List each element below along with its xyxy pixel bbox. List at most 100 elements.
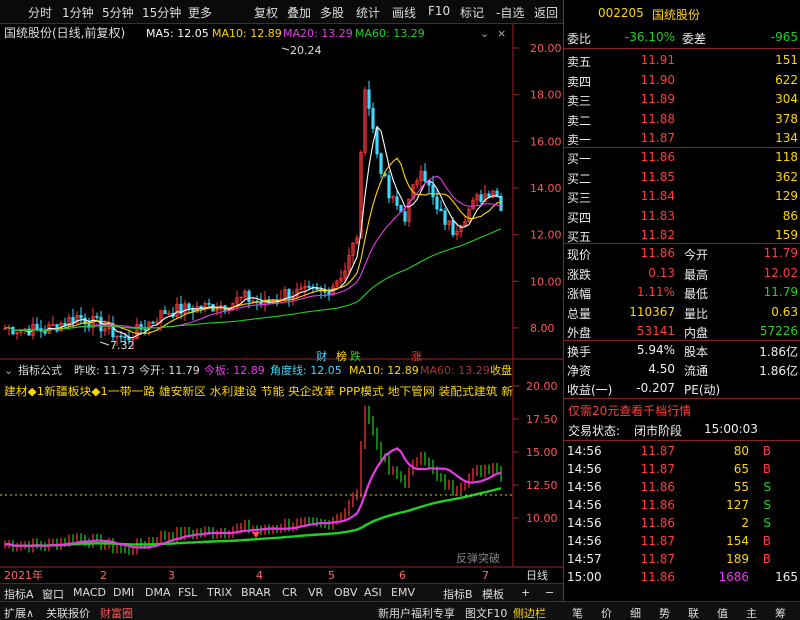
minus-icon[interactable]: − bbox=[545, 586, 554, 599]
tab-indicator-a[interactable]: 指标A bbox=[4, 586, 34, 602]
btn-stats[interactable]: 统计 bbox=[356, 4, 380, 21]
marker-finance[interactable]: 财 bbox=[316, 349, 327, 363]
tab-more[interactable]: 更多 bbox=[188, 4, 212, 21]
side-tab[interactable]: 笔 bbox=[572, 605, 583, 620]
side-tab[interactable]: 筹 bbox=[775, 605, 786, 620]
candle-body bbox=[143, 328, 147, 331]
tab-dmi[interactable]: DMI bbox=[113, 586, 134, 599]
ask-label: 卖五 bbox=[567, 55, 592, 69]
ask-volume: 622 bbox=[775, 72, 798, 87]
tab-brar[interactable]: BRAR bbox=[241, 586, 271, 599]
btn-back[interactable]: 返回 bbox=[534, 4, 558, 21]
side-tab[interactable]: 联 bbox=[688, 605, 699, 620]
tab-dma[interactable]: DMA bbox=[145, 586, 171, 599]
chart-toolbar: 分时 1分钟 5分钟 15分钟 更多 复权 叠加 多股 统计 画线 F10 标记… bbox=[0, 0, 563, 24]
tab-macd[interactable]: MACD bbox=[73, 586, 106, 599]
date-label: 2 bbox=[100, 569, 107, 582]
sidebar-toggle[interactable]: 侧边栏 bbox=[513, 605, 546, 620]
tab-template[interactable]: 模板 bbox=[482, 586, 504, 602]
stat-value: 11.86 bbox=[640, 246, 675, 260]
candle-body bbox=[435, 196, 439, 210]
marker-list[interactable]: 榜 bbox=[336, 349, 347, 363]
tab-vr[interactable]: VR bbox=[308, 586, 323, 599]
btn-overlay[interactable]: 叠加 bbox=[287, 4, 311, 21]
ask-label: 卖二 bbox=[567, 113, 592, 128]
candle-body bbox=[371, 107, 375, 129]
stat-label: 外盘 bbox=[567, 326, 592, 340]
bid-row: 买二 11.85 362 bbox=[564, 168, 800, 187]
plus-icon[interactable]: + bbox=[521, 586, 530, 599]
y-tick-label: 15.00 bbox=[526, 446, 558, 459]
tab-obv[interactable]: OBV bbox=[334, 586, 357, 599]
tab-1min[interactable]: 1分钟 bbox=[62, 4, 94, 21]
btn-adjust[interactable]: 复权 bbox=[254, 4, 278, 21]
wealth-circle[interactable]: 财富圈 bbox=[100, 605, 133, 620]
bid-volume: 129 bbox=[775, 189, 798, 203]
tab-5min[interactable]: 5分钟 bbox=[102, 4, 134, 21]
tick-price: 11.86 bbox=[640, 516, 675, 530]
candle-body bbox=[367, 89, 371, 109]
tab-fsl[interactable]: FSL bbox=[178, 586, 197, 599]
stock-name: 国统股份 bbox=[652, 8, 701, 22]
period-label: 日线 bbox=[526, 568, 548, 582]
tab-window[interactable]: 窗口 bbox=[42, 586, 64, 602]
tab-intraday[interactable]: 分时 bbox=[28, 4, 52, 21]
btn-multi[interactable]: 多股 bbox=[320, 4, 344, 21]
ask-volume: 134 bbox=[775, 131, 798, 145]
tab-cr[interactable]: CR bbox=[282, 586, 297, 599]
trade-state-row: 交易状态: 闭市阶段 15:00:03 bbox=[564, 420, 800, 439]
date-label: 6 bbox=[399, 569, 406, 582]
y-tick-label: 12.50 bbox=[526, 479, 558, 492]
tick-row: 14:56 11.87 154 B bbox=[564, 532, 800, 551]
close-icon[interactable]: × bbox=[497, 27, 506, 40]
stat-value: 11.79 bbox=[763, 246, 798, 260]
marker-rise[interactable]: 涨 bbox=[411, 350, 422, 363]
ask-row: 卖一 11.87 134 bbox=[564, 129, 800, 148]
marker-fall[interactable]: 跌 bbox=[350, 349, 361, 363]
ask-label: 卖一 bbox=[567, 133, 592, 147]
btn-watchlist[interactable]: -自选 bbox=[496, 4, 524, 21]
y-tick-label: 16.00 bbox=[530, 135, 562, 148]
btn-draw[interactable]: 画线 bbox=[392, 4, 416, 21]
side-tab[interactable]: 势 bbox=[659, 605, 670, 620]
y-tick-label: 10.00 bbox=[526, 512, 558, 525]
bid-volume: 118 bbox=[775, 150, 798, 164]
tab-trix[interactable]: TRIX bbox=[207, 586, 232, 599]
related-quotes[interactable]: 关联报价 bbox=[46, 605, 90, 620]
kline-title: 国统股份(日线,前复权) bbox=[4, 25, 125, 40]
bid-row: 买一 11.86 118 bbox=[564, 148, 800, 167]
angle-value: 角度线: 12.05 bbox=[270, 363, 342, 377]
stat-value: 12.02 bbox=[763, 265, 798, 280]
chevron-down-icon[interactable]: ⌄ bbox=[480, 27, 489, 40]
candle-body bbox=[451, 220, 455, 236]
tick-price: 11.87 bbox=[640, 552, 675, 566]
indicator-chevron-icon[interactable]: ⌄ bbox=[4, 364, 13, 377]
stat-label: 收益(一) bbox=[567, 383, 613, 397]
tab-asi[interactable]: ASI bbox=[364, 586, 382, 599]
y-tick-label: 8.00 bbox=[530, 322, 555, 335]
candle-body bbox=[247, 290, 251, 302]
promo-banner[interactable]: 仅需20元查看千档行情 bbox=[568, 402, 691, 419]
side-tab[interactable]: 细 bbox=[630, 605, 641, 620]
expand-button[interactable]: 扩展∧ bbox=[4, 605, 34, 620]
tick-volume: 2 bbox=[741, 516, 749, 530]
y-tick-label: 14.00 bbox=[530, 182, 562, 195]
side-tab[interactable]: 主 bbox=[746, 605, 757, 620]
tab-indicator-b[interactable]: 指标B bbox=[443, 586, 473, 602]
btn-f10[interactable]: F10 bbox=[428, 4, 450, 18]
ask-row: 卖四 11.90 622 bbox=[564, 71, 800, 90]
side-tab[interactable]: 价 bbox=[601, 605, 612, 620]
ask-row: 卖二 11.88 378 bbox=[564, 110, 800, 129]
stat-label: 今开 bbox=[684, 248, 709, 262]
candle-body bbox=[71, 316, 75, 324]
ma20-legend: MA20: 13.29 bbox=[283, 27, 353, 40]
btn-mark[interactable]: 标记 bbox=[460, 4, 484, 21]
kline-chart[interactable]: 20.00 18.00 16.00 14.00 12.00 10.00 8.00 20.00… bbox=[0, 24, 563, 583]
tab-emv[interactable]: EMV bbox=[391, 586, 415, 599]
promo-link[interactable]: 新用户福利专享 bbox=[378, 605, 455, 620]
date-label: 3 bbox=[168, 569, 175, 582]
tab-15min[interactable]: 15分钟 bbox=[142, 4, 181, 21]
indicator-name[interactable]: 指标公式 bbox=[18, 363, 62, 377]
side-tab[interactable]: 值 bbox=[717, 605, 728, 620]
f10-link[interactable]: 图文F10 bbox=[465, 605, 507, 620]
